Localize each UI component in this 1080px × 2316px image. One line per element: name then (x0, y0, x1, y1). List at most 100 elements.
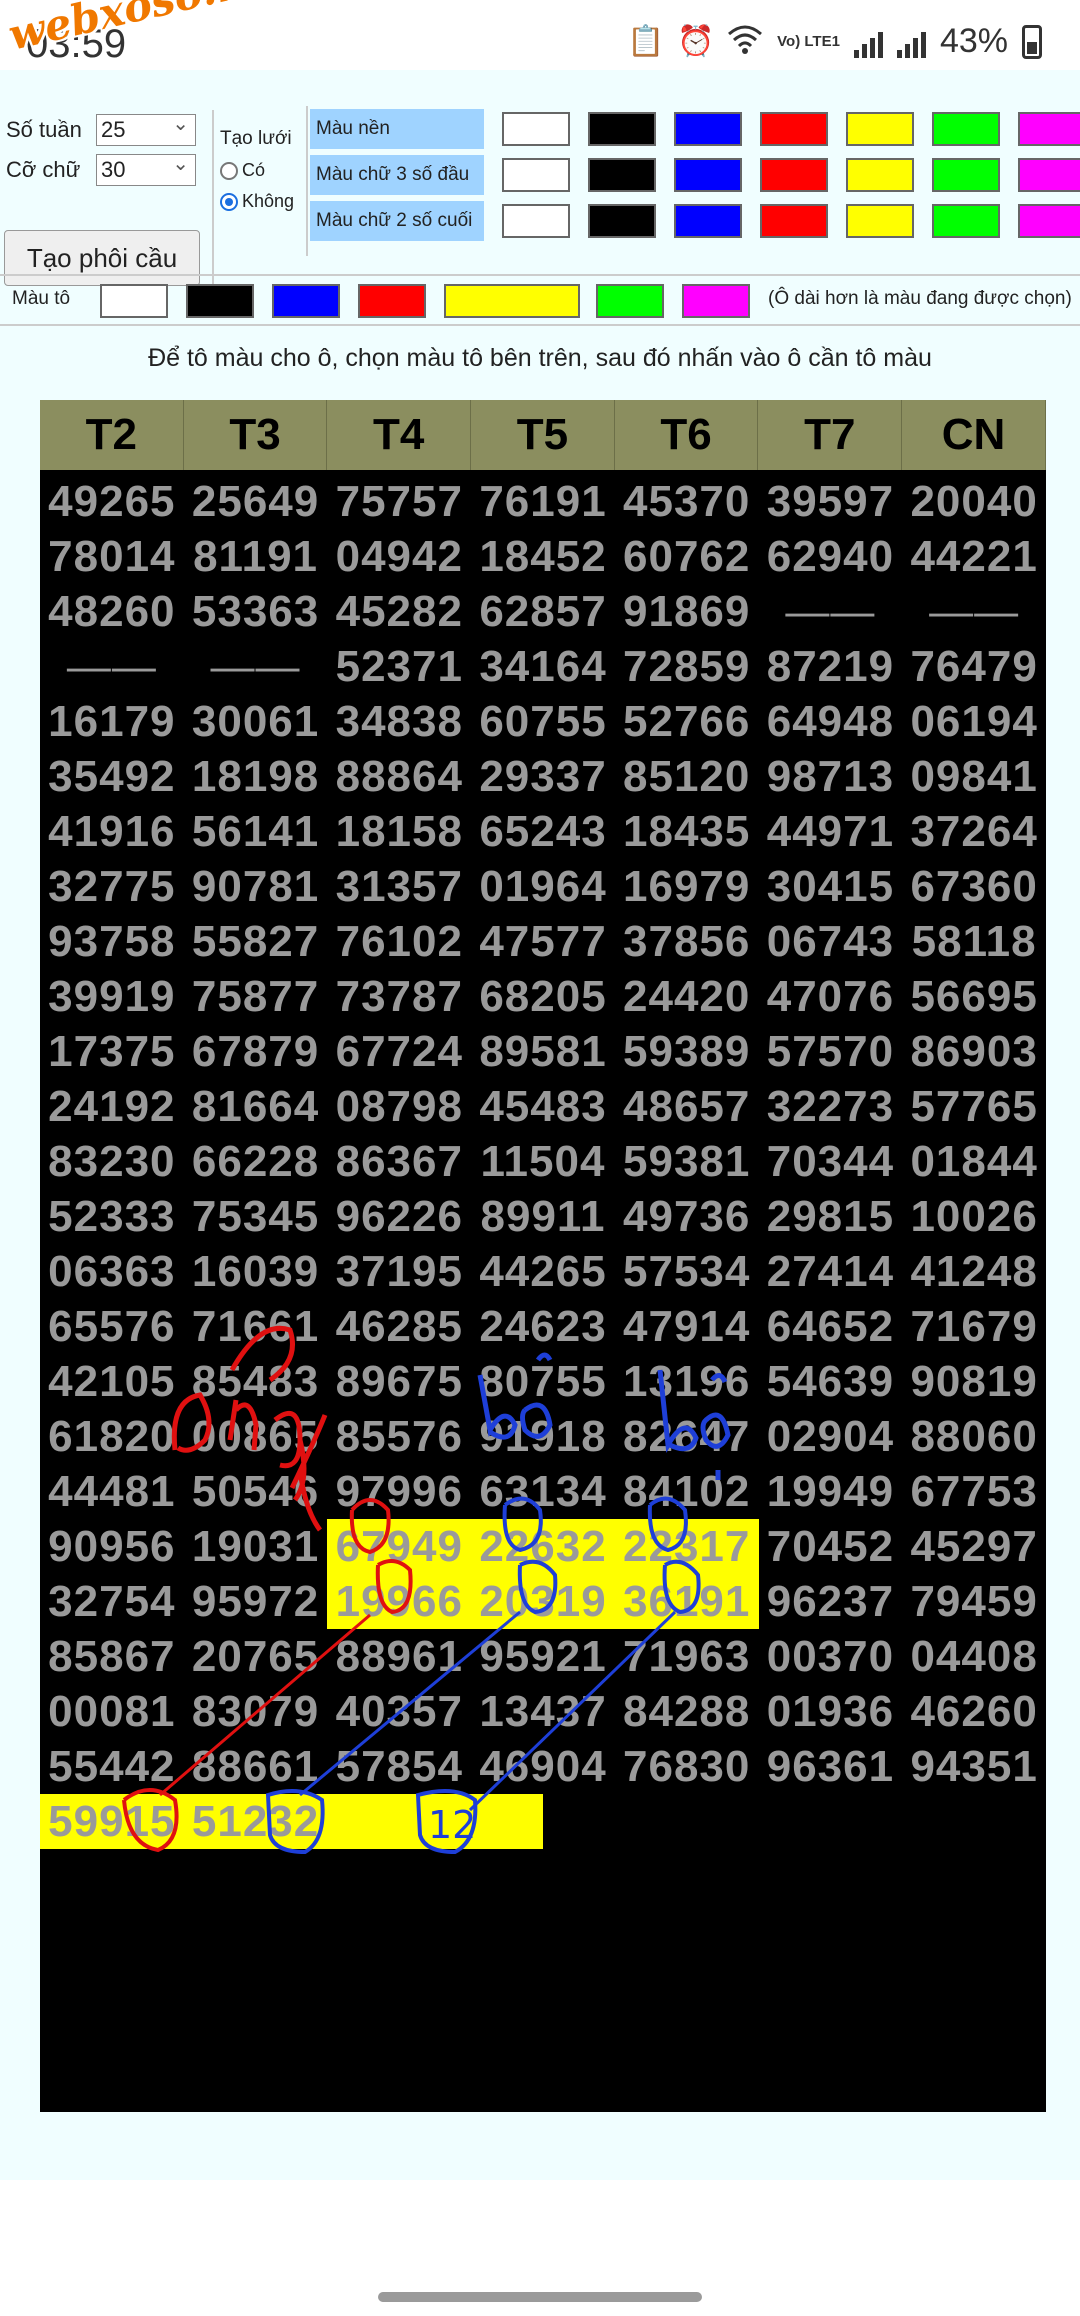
board-cell[interactable]: 49265 (40, 474, 184, 529)
board-cell[interactable]: 90956 (40, 1519, 184, 1574)
board-cell[interactable]: 83079 (184, 1684, 328, 1739)
board-cell[interactable]: 49736 (615, 1189, 759, 1244)
home-indicator[interactable] (378, 2292, 702, 2302)
board-cell[interactable]: —— (184, 639, 328, 694)
board-cell[interactable]: 44971 (759, 804, 903, 859)
font-size-select[interactable]: 30 (96, 149, 196, 186)
board-cell[interactable]: 00865 (184, 1409, 328, 1464)
board-cell[interactable]: 32273 (759, 1079, 903, 1134)
board-cell[interactable]: 76479 (902, 639, 1046, 694)
paint-swatch-blue[interactable] (272, 284, 340, 318)
board-cell[interactable] (902, 1794, 1046, 1849)
board-cell[interactable]: 19966 (327, 1574, 472, 1629)
board-cell[interactable]: 18452 (471, 529, 615, 584)
board-cell[interactable]: 17375 (40, 1024, 184, 1079)
board-cell[interactable]: 54639 (759, 1354, 903, 1409)
board-cell[interactable]: 85576 (327, 1409, 471, 1464)
board-cell[interactable]: 45297 (902, 1519, 1046, 1574)
board-cell[interactable]: 13196 (615, 1354, 759, 1409)
board-cell[interactable]: 57854 (327, 1739, 471, 1794)
board-cell[interactable]: 13437 (471, 1684, 615, 1739)
board-cell[interactable]: 86367 (327, 1134, 471, 1189)
board-cell[interactable]: 88661 (184, 1739, 328, 1794)
board-cell[interactable]: 19949 (759, 1464, 903, 1519)
last2-swatch-yellow[interactable] (846, 204, 914, 238)
board-cell[interactable]: 68205 (471, 969, 615, 1024)
board-cell[interactable]: 30415 (759, 859, 903, 914)
board-cell[interactable]: 32775 (40, 859, 184, 914)
bg-swatch-black[interactable] (588, 112, 656, 146)
board-cell[interactable]: 71661 (184, 1299, 328, 1354)
bg-swatch-white[interactable] (502, 112, 570, 146)
board-cell[interactable]: 51232 (183, 1794, 328, 1849)
board-cell[interactable]: 95972 (184, 1574, 328, 1629)
board-cell[interactable]: 89581 (471, 1024, 615, 1079)
board-cell[interactable]: 55442 (40, 1739, 184, 1794)
board-cell[interactable]: 65576 (40, 1299, 184, 1354)
board-cell[interactable]: 81664 (184, 1079, 328, 1134)
board-cell[interactable] (615, 1794, 759, 1849)
board-cell[interactable]: 32754 (40, 1574, 184, 1629)
board-cell[interactable]: 11504 (471, 1134, 615, 1189)
bg-swatch-yellow[interactable] (846, 112, 914, 146)
board-cell[interactable]: 91918 (471, 1409, 615, 1464)
board-cell[interactable]: 16979 (615, 859, 759, 914)
board-cell[interactable]: 75757 (327, 474, 471, 529)
grid-no-option[interactable]: Không (220, 191, 302, 212)
paint-swatch-magenta[interactable] (682, 284, 750, 318)
board-cell[interactable]: 01844 (902, 1134, 1046, 1189)
paint-swatch-red[interactable] (358, 284, 426, 318)
board-cell[interactable]: 57765 (902, 1079, 1046, 1134)
board-cell[interactable]: 01964 (471, 859, 615, 914)
board-cell[interactable]: 57570 (759, 1024, 903, 1079)
board-cell[interactable]: 19031 (184, 1519, 328, 1574)
board-cell[interactable]: 96226 (327, 1189, 471, 1244)
bg-swatch-blue[interactable] (674, 112, 742, 146)
board-cell[interactable]: 61820 (40, 1409, 184, 1464)
board-cell[interactable]: 88060 (902, 1409, 1046, 1464)
board-cell[interactable]: 56695 (902, 969, 1046, 1024)
board-cell[interactable]: 31357 (327, 859, 471, 914)
board-cell[interactable]: 45370 (615, 474, 759, 529)
first3-swatch-magenta[interactable] (1018, 158, 1080, 192)
board-cell[interactable]: 35492 (40, 749, 184, 804)
board-cell[interactable]: 96361 (759, 1739, 903, 1794)
board-cell[interactable]: 47577 (471, 914, 615, 969)
first3-swatch-white[interactable] (502, 158, 570, 192)
first3-swatch-red[interactable] (760, 158, 828, 192)
board-cell[interactable]: 29337 (471, 749, 615, 804)
board-cell[interactable]: 48260 (40, 584, 184, 639)
board-cell[interactable]: 50546 (184, 1464, 328, 1519)
board-cell[interactable]: 06363 (40, 1244, 184, 1299)
board-cell[interactable]: 90819 (902, 1354, 1046, 1409)
board-cell[interactable]: 87219 (759, 639, 903, 694)
board-cell[interactable]: 85483 (184, 1354, 328, 1409)
board-cell[interactable]: 29815 (759, 1189, 903, 1244)
bg-swatch-red[interactable] (760, 112, 828, 146)
board-cell[interactable]: 72859 (615, 639, 759, 694)
board-cell[interactable]: 01936 (759, 1684, 903, 1739)
board-cell[interactable]: 24623 (471, 1299, 615, 1354)
board-cell[interactable]: 58118 (902, 914, 1046, 969)
board-cell[interactable]: 67724 (327, 1024, 471, 1079)
board-cell[interactable]: 39597 (759, 474, 903, 529)
board-cell[interactable]: 71679 (902, 1299, 1046, 1354)
board-cell[interactable]: 59389 (615, 1024, 759, 1079)
board-cell[interactable]: 22632 (471, 1519, 615, 1574)
bg-swatch-magenta[interactable] (1018, 112, 1080, 146)
board-cell[interactable]: 95921 (471, 1629, 615, 1684)
board-cell[interactable]: 46904 (471, 1739, 615, 1794)
board-cell[interactable]: 93758 (40, 914, 184, 969)
board-cell[interactable]: 16179 (40, 694, 184, 749)
bg-swatch-green[interactable] (932, 112, 1000, 146)
paint-swatch-yellow[interactable] (444, 284, 580, 318)
board-cell[interactable]: 44481 (40, 1464, 184, 1519)
board-cell[interactable]: 88961 (327, 1629, 471, 1684)
grid-yes-radio[interactable] (220, 161, 238, 180)
board-cell[interactable]: 30061 (184, 694, 328, 749)
board-cell[interactable]: 83230 (40, 1134, 184, 1189)
board-cell[interactable]: 06194 (902, 694, 1046, 749)
last2-swatch-red[interactable] (760, 204, 828, 238)
board-cell[interactable]: 79459 (902, 1574, 1046, 1629)
board-cell[interactable]: 56141 (184, 804, 328, 859)
